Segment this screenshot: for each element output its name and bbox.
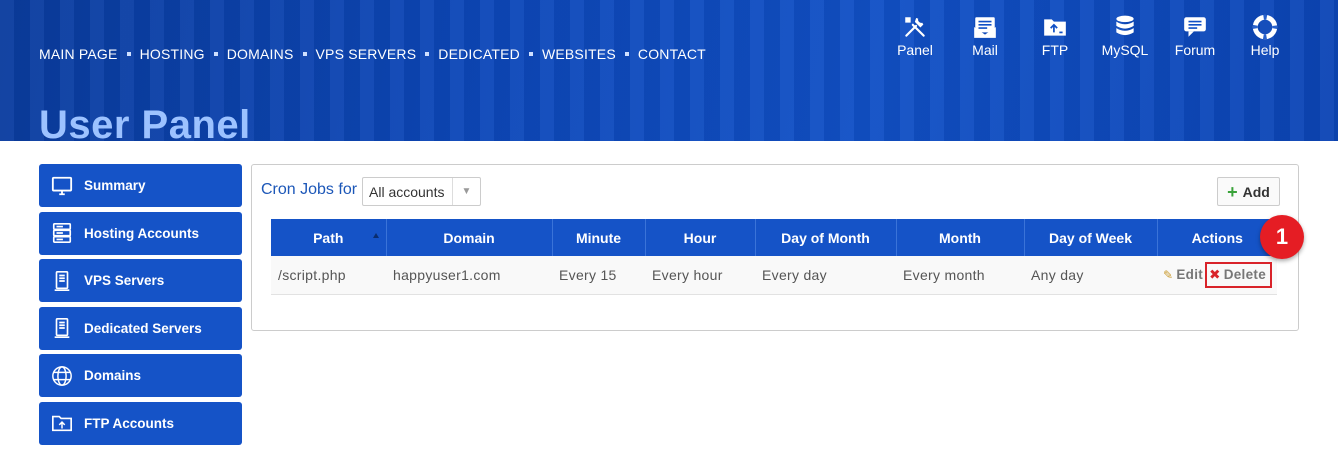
cron-jobs-table: Path Domain Minute Hour Day of Month Mon… — [271, 219, 1277, 295]
mail-icon — [974, 17, 996, 38]
nav-separator — [302, 52, 307, 56]
nav-hosting[interactable]: HOSTING — [140, 46, 205, 62]
tools-icon — [905, 17, 925, 37]
table-row: /script.php happyuser1.com Every 15 Ever… — [271, 256, 1277, 295]
ftp-folder-icon — [1044, 19, 1066, 36]
nav-main-page[interactable]: MAIN PAGE — [39, 46, 118, 62]
nav-separator — [425, 52, 430, 56]
sidebar-item-label: FTP Accounts — [84, 415, 175, 431]
nav-separator — [624, 52, 629, 56]
column-header-minute[interactable]: Minute — [552, 219, 646, 256]
sidebar-item-label: Dedicated Servers — [84, 320, 202, 336]
cron-jobs-title: Cron Jobs for — [261, 181, 358, 198]
server-tower-icon — [54, 270, 69, 291]
ftp-link[interactable]: FTP — [1020, 14, 1090, 58]
mysql-label: MySQL — [1101, 42, 1149, 58]
mail-label: Mail — [972, 42, 998, 58]
sidebar-item-ftp-accounts[interactable]: FTP Accounts — [39, 401, 242, 445]
column-header-month[interactable]: Month — [896, 219, 1025, 256]
column-header-hour[interactable]: Hour — [645, 219, 756, 256]
table-header-row: Path Domain Minute Hour Day of Month Mon… — [271, 219, 1277, 256]
server-rack-icon — [52, 223, 71, 243]
mysql-link[interactable]: MySQL — [1090, 14, 1160, 58]
server-tower-icon — [54, 318, 69, 338]
sidebar-item-dedicated-servers[interactable]: Dedicated Servers — [39, 306, 242, 350]
help-label: Help — [1250, 42, 1280, 58]
nav-dedicated[interactable]: DEDICATED — [438, 46, 520, 62]
monitor-icon — [51, 176, 72, 195]
chevron-down-icon: ▼ — [452, 178, 480, 205]
add-button-label: Add — [1242, 183, 1270, 200]
edit-button[interactable]: ✎ Edit — [1163, 267, 1203, 282]
column-header-actions: Actions — [1157, 219, 1277, 256]
ftp-label: FTP — [1041, 42, 1069, 58]
main-nav: MAIN PAGE HOSTING DOMAINS VPS SERVERS DE… — [39, 46, 706, 62]
panel-label: Panel — [897, 42, 933, 58]
cell-day-of-week: Any day — [1024, 256, 1157, 295]
column-header-domain[interactable]: Domain — [386, 219, 553, 256]
plus-icon: + — [1227, 181, 1238, 202]
add-button[interactable]: + Add — [1217, 177, 1280, 206]
cell-month: Every month — [896, 256, 1024, 295]
nav-separator — [126, 52, 131, 56]
delete-x-icon: ✖ — [1209, 266, 1221, 282]
page-title: User Panel — [39, 103, 251, 141]
cell-hour: Every hour — [645, 256, 755, 295]
sidebar: Summary Hosting Accounts VPS Servers Ded… — [39, 164, 242, 449]
cron-jobs-panel: Cron Jobs for All accounts ▼ + Add Path … — [251, 164, 1299, 331]
cell-domain: happyuser1.com — [386, 256, 552, 295]
column-header-path[interactable]: Path — [271, 219, 387, 256]
account-select[interactable]: All accounts ▼ — [362, 177, 481, 206]
step-number-badge: 1 — [1260, 215, 1304, 259]
nav-websites[interactable]: WEBSITES — [542, 46, 616, 62]
sidebar-item-label: Domains — [84, 368, 142, 383]
panel-link[interactable]: Panel — [880, 14, 950, 58]
database-icon — [1116, 15, 1134, 36]
sidebar-item-vps-servers[interactable]: VPS Servers — [39, 259, 242, 302]
delete-button[interactable]: ✖ Delete — [1205, 261, 1273, 288]
www-globe-icon — [51, 365, 72, 386]
edit-label: Edit — [1176, 266, 1204, 282]
ftp-folder-icon — [51, 415, 72, 432]
nav-separator — [528, 52, 533, 56]
mail-link[interactable]: Mail — [950, 14, 1020, 58]
delete-label: Delete — [1223, 266, 1267, 282]
sidebar-item-domains[interactable]: Domains — [39, 354, 242, 397]
nav-contact[interactable]: CONTACT — [638, 46, 706, 62]
sidebar-item-label: VPS Servers — [84, 273, 165, 288]
top-icon-bar: Panel Mail FTP MySQL Forum Help — [880, 14, 1300, 58]
sort-asc-icon — [372, 233, 379, 238]
sidebar-item-hosting-accounts[interactable]: Hosting Accounts — [39, 211, 242, 255]
cell-minute: Every 15 — [552, 256, 645, 295]
column-header-day-of-month[interactable]: Day of Month — [755, 219, 897, 256]
cell-path: /script.php — [271, 256, 386, 295]
forum-label: Forum — [1174, 42, 1216, 58]
site-header: MAIN PAGE HOSTING DOMAINS VPS SERVERS DE… — [0, 0, 1338, 141]
column-header-day-of-week[interactable]: Day of Week — [1024, 219, 1158, 256]
nav-domains[interactable]: DOMAINS — [227, 46, 294, 62]
pencil-icon: ✎ — [1163, 267, 1174, 282]
nav-vps-servers[interactable]: VPS SERVERS — [316, 46, 417, 62]
lifebuoy-icon — [1252, 14, 1278, 40]
sidebar-item-label: Hosting Accounts — [84, 225, 200, 241]
sidebar-item-label: Summary — [84, 178, 146, 193]
nav-separator — [213, 52, 218, 56]
sidebar-item-summary[interactable]: Summary — [39, 164, 242, 207]
cell-day-of-month: Every day — [755, 256, 896, 295]
forum-icon — [1184, 17, 1206, 37]
help-link[interactable]: Help — [1230, 14, 1300, 58]
column-header-label: Path — [313, 229, 344, 246]
forum-link[interactable]: Forum — [1160, 14, 1230, 58]
account-select-value: All accounts — [369, 183, 445, 200]
cell-actions: ✎ Edit ✖ Delete — [1157, 256, 1277, 295]
